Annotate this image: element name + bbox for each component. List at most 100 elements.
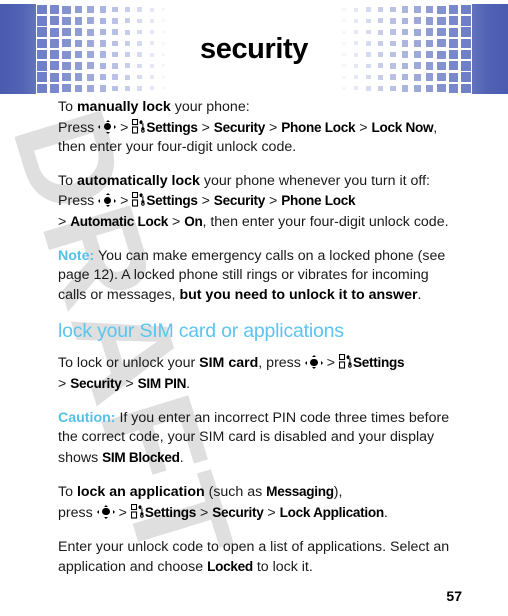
text-run: To lock or unlock your bbox=[58, 355, 200, 372]
header-grid-cell bbox=[362, 49, 374, 60]
emphasis-lock-an-application: lock an application bbox=[76, 484, 205, 501]
header-grid-cell bbox=[460, 15, 472, 26]
header-grid-cell bbox=[375, 38, 387, 49]
header-grid-cell bbox=[109, 15, 121, 26]
header-grid-cell bbox=[73, 72, 85, 83]
header-grid-cell bbox=[423, 72, 435, 83]
header-grid-cell bbox=[411, 38, 423, 49]
header-band-left bbox=[0, 4, 36, 94]
menu-item-phone-lock: Phone Lock bbox=[281, 119, 356, 135]
header-grid-cell bbox=[48, 72, 60, 83]
header-grid-cell bbox=[387, 15, 399, 26]
header-grid-cell bbox=[158, 27, 170, 38]
header-grid-cell bbox=[109, 60, 121, 71]
header-grid-cell bbox=[350, 72, 362, 83]
header-grid-cell bbox=[435, 27, 447, 38]
text-run: your phone: bbox=[170, 99, 250, 115]
header-grid-cell bbox=[375, 49, 387, 60]
text-run: , then enter your four-digit unlock code… bbox=[202, 213, 449, 230]
header-grid-cell bbox=[97, 4, 109, 15]
header-grid-row bbox=[338, 60, 472, 71]
header-grid-cell bbox=[133, 72, 145, 83]
page-footer: 57 bbox=[446, 588, 462, 606]
header-grid-cell bbox=[399, 49, 411, 60]
header-grid-cell bbox=[338, 60, 350, 71]
text-run: > bbox=[265, 193, 282, 210]
menu-item-security: Security bbox=[70, 375, 122, 391]
header-grid-cell bbox=[158, 38, 170, 49]
menu-item-messaging: Messaging bbox=[266, 484, 334, 500]
header-grid-cell bbox=[48, 4, 60, 15]
header-grid-cell bbox=[423, 49, 435, 60]
header-grid-cell bbox=[133, 38, 145, 49]
header-grid-cell bbox=[146, 38, 158, 49]
header-grid-cell bbox=[375, 15, 387, 26]
header-grid-cell bbox=[158, 15, 170, 26]
header-grid-cell bbox=[375, 83, 387, 94]
header-grid-cell bbox=[60, 4, 72, 15]
header-grid-cell bbox=[448, 38, 460, 49]
header-grid-cell bbox=[85, 4, 97, 15]
header-grid-cell bbox=[350, 83, 362, 94]
header-grid-cell bbox=[85, 27, 97, 38]
paragraph-manual-lock: To manually lock your phone: Press > Set… bbox=[58, 98, 456, 158]
emphasis-manually-lock: manually lock bbox=[76, 99, 171, 115]
header-grid-cell bbox=[435, 4, 447, 15]
paragraph-automatic-lock: To automatically lock your phone wheneve… bbox=[58, 172, 456, 233]
header-grid-cell bbox=[121, 15, 133, 26]
header-grid-cell bbox=[97, 83, 109, 94]
header-grid-cell bbox=[158, 4, 170, 15]
header-grid-row bbox=[338, 38, 472, 49]
header-grid-cell bbox=[338, 49, 350, 60]
header-grid-cell bbox=[338, 72, 350, 83]
header-grid-cell bbox=[411, 27, 423, 38]
header-grid-cell bbox=[448, 27, 460, 38]
header-grid-cell bbox=[411, 4, 423, 15]
text-run: > bbox=[168, 213, 185, 230]
header-grid-cell bbox=[460, 4, 472, 15]
header-grid-cell bbox=[350, 15, 362, 26]
header-grid-cell bbox=[97, 60, 109, 71]
header-grid-row bbox=[338, 15, 472, 26]
menu-item-locked: Locked bbox=[207, 559, 253, 575]
header-grid-cell bbox=[399, 15, 411, 26]
header-grid-cell bbox=[146, 27, 158, 38]
caution-block: Caution: If you enter an incorrect PIN c… bbox=[58, 409, 456, 469]
header-grid-cell bbox=[435, 72, 447, 83]
text-run: > bbox=[114, 504, 131, 521]
header-grid-cell bbox=[48, 38, 60, 49]
header-grid-cell bbox=[85, 60, 97, 71]
header-grid-cell bbox=[350, 4, 362, 15]
header-grid-cell bbox=[411, 72, 423, 83]
header-grid-cell bbox=[36, 60, 48, 71]
header-grid-cell bbox=[146, 49, 158, 60]
header-grid-cell bbox=[158, 72, 170, 83]
header-grid-cell bbox=[399, 83, 411, 94]
text-run: , press bbox=[258, 355, 305, 372]
menu-item-settings: Settings bbox=[146, 193, 198, 209]
header-grid-cell bbox=[399, 60, 411, 71]
header-grid-cell bbox=[97, 38, 109, 49]
header-grid-cell bbox=[387, 60, 399, 71]
header-grid-cell bbox=[435, 38, 447, 49]
header-grid-cell bbox=[121, 4, 133, 15]
header-grid-cell bbox=[375, 72, 387, 83]
header-grid-cell bbox=[36, 27, 48, 38]
header-grid-row bbox=[338, 72, 472, 83]
header-grid-cell bbox=[460, 60, 472, 71]
section-heading-sim-lock: lock your SIM card or applications bbox=[58, 320, 344, 343]
page-number: 57 bbox=[446, 588, 462, 604]
header-grid-cell bbox=[387, 38, 399, 49]
menu-item-on: On bbox=[184, 213, 203, 229]
menu-item-sim-pin: SIM PIN bbox=[137, 375, 187, 391]
header-grid-cell bbox=[387, 72, 399, 83]
paragraph-lock-application: To lock an application (such as Messagin… bbox=[58, 482, 456, 523]
header-grid-cell bbox=[36, 49, 48, 60]
header-grid-cell bbox=[73, 4, 85, 15]
header-grid-cell bbox=[350, 60, 362, 71]
header-grid-cell bbox=[60, 49, 72, 60]
text-run: . bbox=[186, 375, 191, 392]
text-run: > bbox=[197, 193, 214, 210]
menu-item-settings: Settings bbox=[146, 119, 198, 135]
text-run: . bbox=[383, 504, 388, 521]
